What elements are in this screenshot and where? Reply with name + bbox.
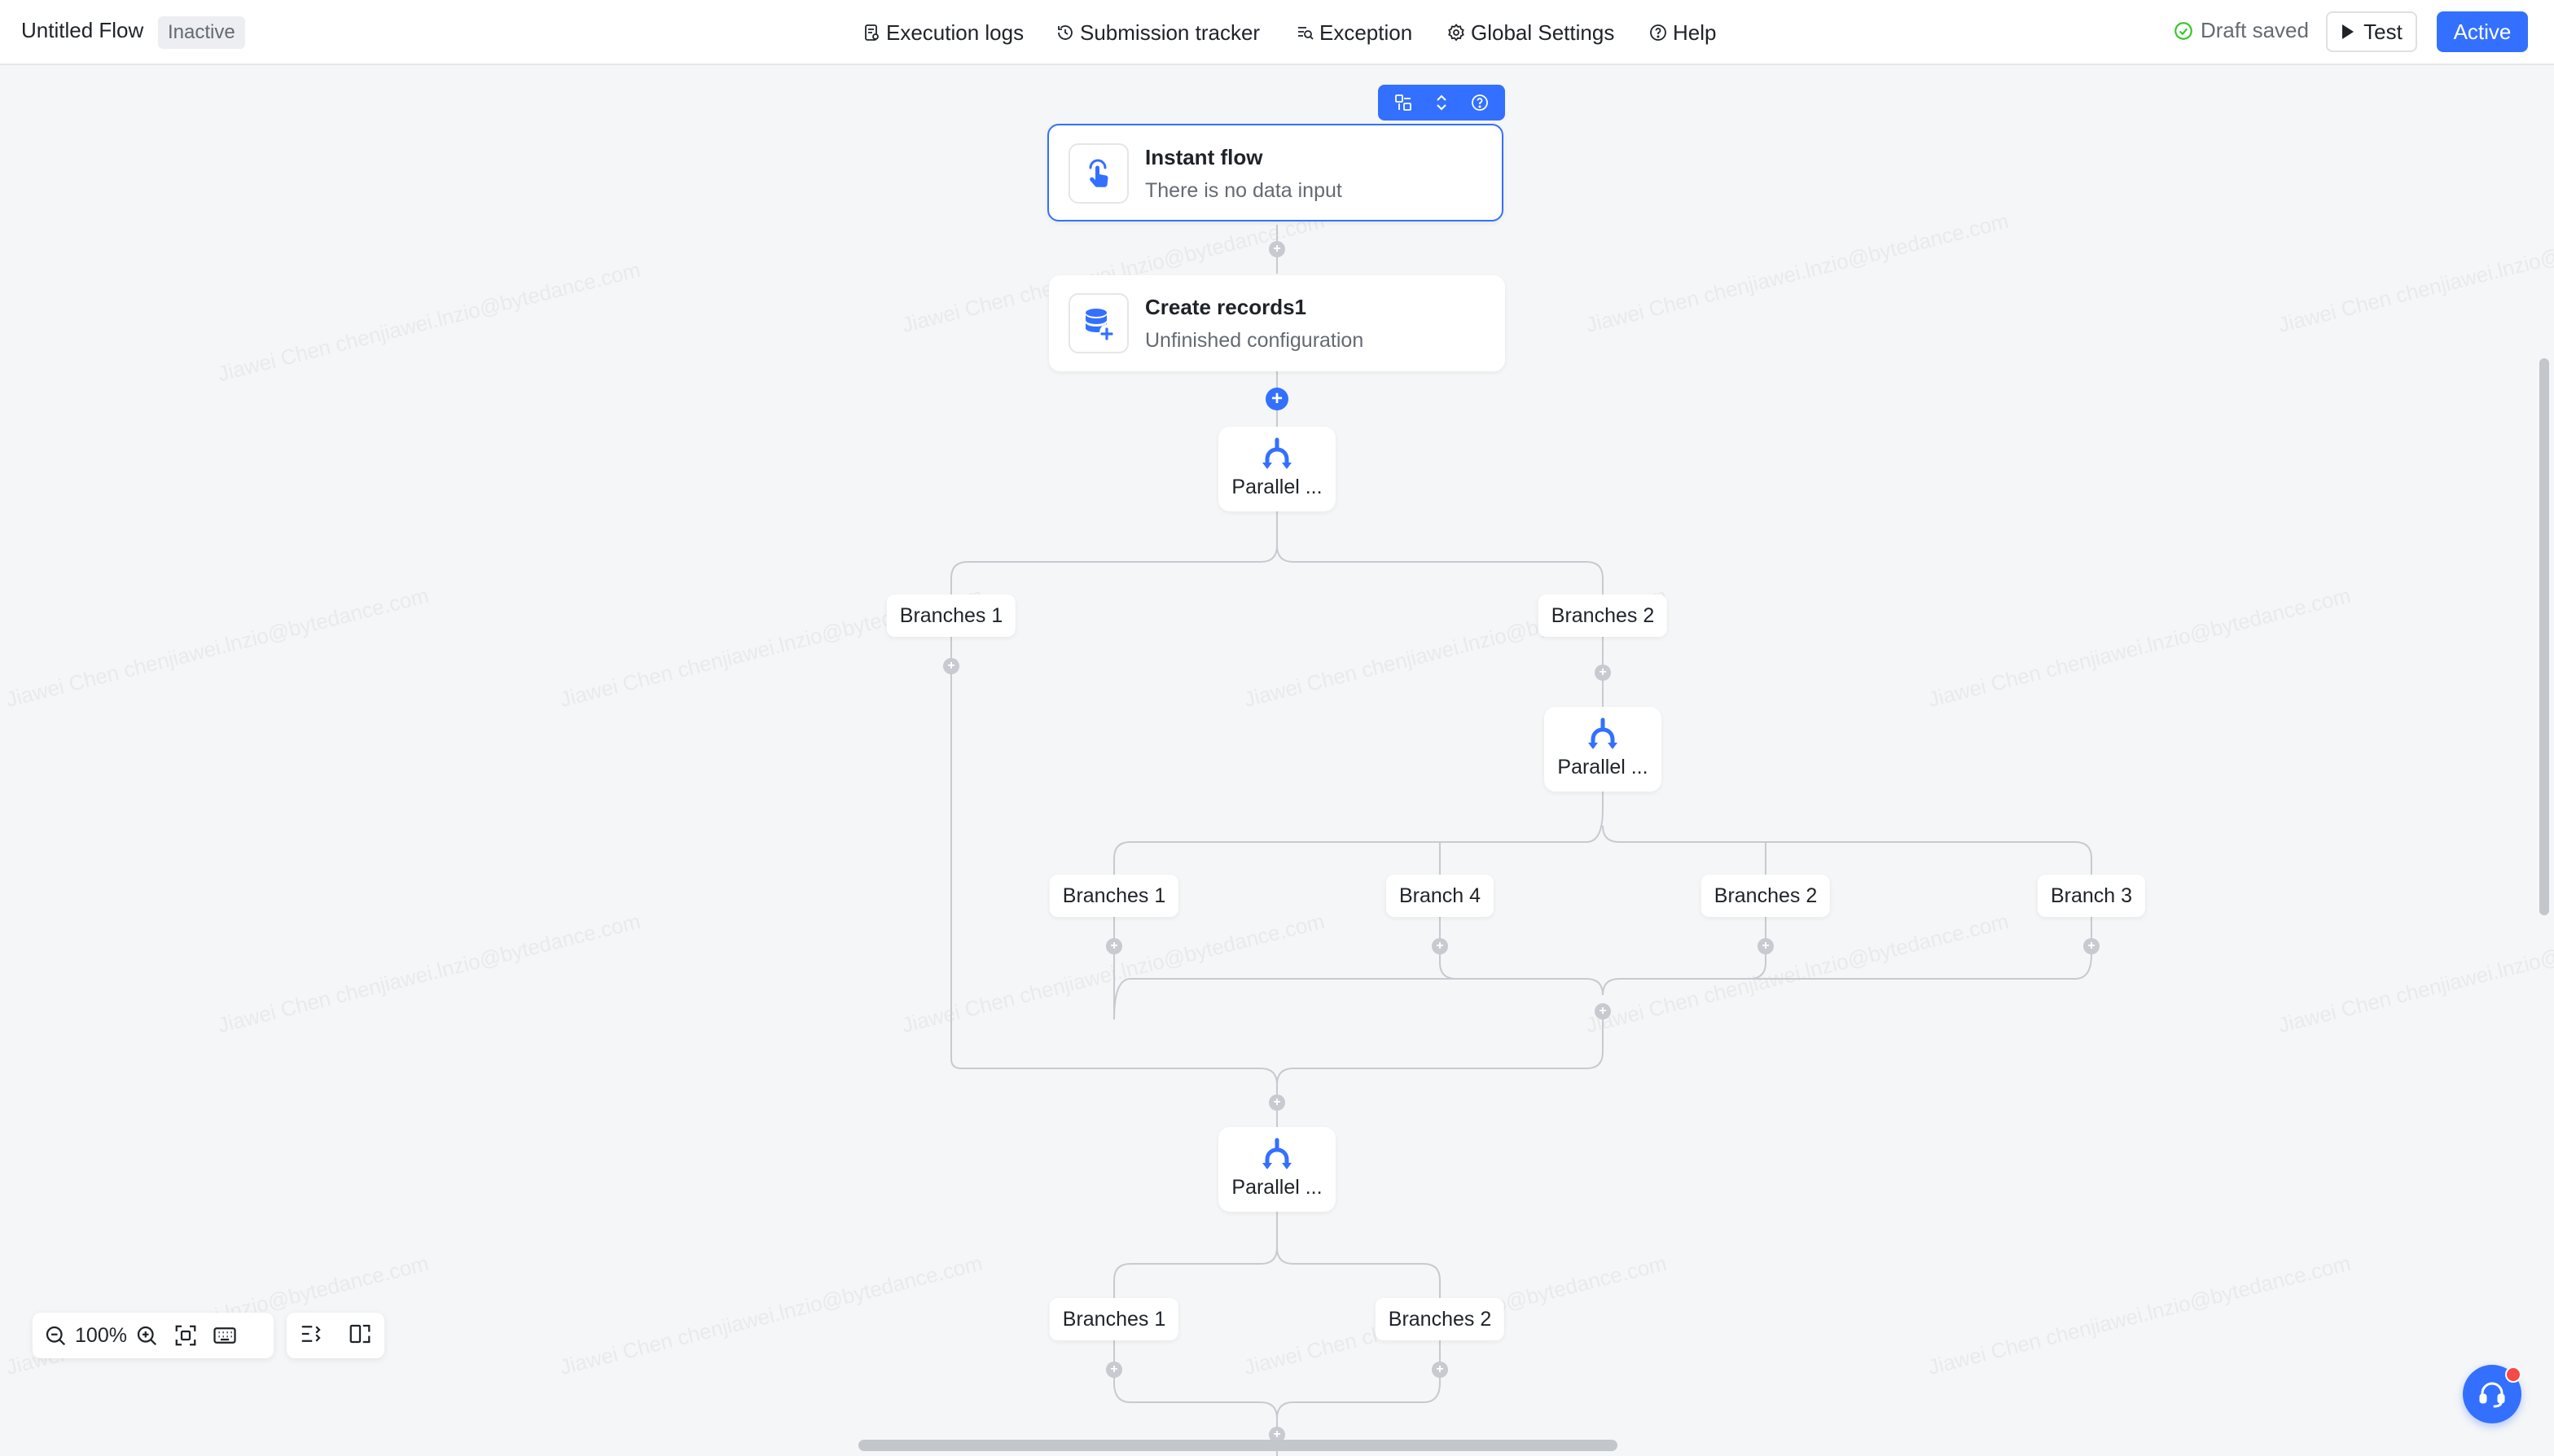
keyboard-icon[interactable] (208, 1319, 241, 1352)
branch-label[interactable]: Branches 1 (1049, 875, 1179, 917)
check-circle-icon (2174, 21, 2192, 40)
notification-dot (2505, 1366, 2521, 1383)
global-settings-button[interactable]: Global Settings (1446, 18, 1614, 47)
parallel-node[interactable]: Parallel ... (1218, 427, 1336, 511)
help-button[interactable]: Help (1648, 18, 1716, 47)
tap-hand-icon (1089, 159, 1108, 187)
flow-connectors (950, 225, 2092, 1456)
node-toolbar (1378, 85, 1505, 121)
add-step-button[interactable]: + (2083, 938, 2100, 954)
flow-title[interactable]: Untitled Flow (21, 18, 143, 43)
fit-view-icon[interactable] (169, 1319, 202, 1352)
zoom-out-icon[interactable] (39, 1319, 72, 1352)
help-icon[interactable] (1468, 90, 1492, 115)
parallel-node-label: Parallel ... (1231, 476, 1323, 498)
add-step-button[interactable]: + (1595, 664, 1611, 681)
log-icon (865, 24, 879, 41)
action-card[interactable]: Create records1 Unfinished configuration (1049, 275, 1505, 371)
minimap-icon[interactable] (348, 1322, 372, 1350)
test-button[interactable]: Test (2326, 11, 2417, 52)
branch-label[interactable]: Branch 3 (2037, 875, 2146, 917)
parallel-branch-icon (1588, 717, 1617, 749)
layout-controls (287, 1313, 384, 1358)
parallel-branch-icon (1262, 1138, 1292, 1169)
trigger-card[interactable]: Instant flow There is no data input (1047, 124, 1503, 221)
global-settings-label: Global Settings (1471, 20, 1615, 45)
action-icon-box (1069, 293, 1129, 353)
add-step-button[interactable]: + (1432, 938, 1448, 954)
play-icon (2342, 24, 2354, 39)
branch-label[interactable]: Branches 1 (1049, 1298, 1179, 1340)
exception-icon (1298, 27, 1314, 40)
activate-button[interactable]: Active (2437, 11, 2528, 52)
history-icon (1058, 25, 1073, 40)
gear-icon (1448, 24, 1464, 42)
parallel-node[interactable]: Parallel ... (1218, 1127, 1336, 1212)
add-step-button[interactable]: + (1106, 938, 1122, 954)
add-step-button[interactable]: + (1266, 388, 1288, 410)
execution-logs-label: Execution logs (886, 20, 1025, 45)
save-status-label: Draft saved (2201, 18, 2309, 42)
layout-icon[interactable] (1391, 90, 1415, 115)
add-step-button[interactable]: + (1269, 241, 1285, 257)
branch-label[interactable]: Branches 2 (1538, 594, 1668, 637)
branch-label[interactable]: Branches 2 (1700, 875, 1831, 917)
action-subtitle: Unfinished configuration (1145, 329, 1364, 352)
branch-label[interactable]: Branches 1 (886, 594, 1016, 637)
branch-label[interactable]: Branch 4 (1385, 875, 1494, 917)
status-badge: Inactive (158, 16, 245, 49)
auto-arrange-icon[interactable] (299, 1322, 323, 1350)
add-step-button[interactable]: + (1758, 938, 1774, 954)
execution-logs-button[interactable]: Execution logs (862, 18, 1024, 47)
submission-tracker-label: Submission tracker (1080, 20, 1261, 45)
help-icon (1650, 24, 1666, 41)
save-status: Draft saved (2173, 18, 2309, 43)
exception-button[interactable]: Exception (1295, 18, 1412, 47)
collapse-icon[interactable] (1429, 90, 1454, 115)
trigger-icon-box (1069, 143, 1129, 204)
parallel-node-label: Parallel ... (1557, 756, 1648, 778)
horizontal-scrollbar[interactable] (858, 1440, 1617, 1451)
test-button-label: Test (2363, 19, 2403, 44)
database-add-icon (1086, 309, 1113, 340)
parallel-node-label: Parallel ... (1231, 1176, 1323, 1199)
zoom-controls: 100% (33, 1313, 274, 1358)
add-step-button[interactable]: + (1432, 1362, 1448, 1378)
zoom-in-icon[interactable] (130, 1319, 163, 1352)
headset-icon (2479, 1382, 2505, 1408)
parallel-branch-icon (1262, 437, 1292, 469)
add-step-button[interactable]: + (1106, 1362, 1122, 1378)
parallel-node[interactable]: Parallel ... (1544, 707, 1661, 792)
trigger-subtitle: There is no data input (1145, 179, 1342, 202)
top-bar: Untitled Flow Inactive Execution logs Su… (0, 0, 2554, 65)
add-step-button[interactable]: + (1595, 1003, 1611, 1020)
vertical-scrollbar[interactable] (2539, 358, 2549, 915)
add-step-button[interactable]: + (1269, 1094, 1285, 1111)
add-step-button[interactable]: + (943, 658, 959, 674)
branch-label[interactable]: Branches 2 (1375, 1298, 1505, 1340)
zoom-level[interactable]: 100% (72, 1324, 130, 1348)
flow-canvas[interactable]: Jiawei Chen chenjiawei.lnzio@bytedance.c… (0, 65, 2554, 1456)
exception-label: Exception (1319, 20, 1413, 45)
help-label: Help (1673, 20, 1717, 45)
submission-tracker-button[interactable]: Submission tracker (1055, 18, 1260, 47)
action-title: Create records1 (1145, 295, 1306, 319)
trigger-title: Instant flow (1145, 145, 1263, 169)
